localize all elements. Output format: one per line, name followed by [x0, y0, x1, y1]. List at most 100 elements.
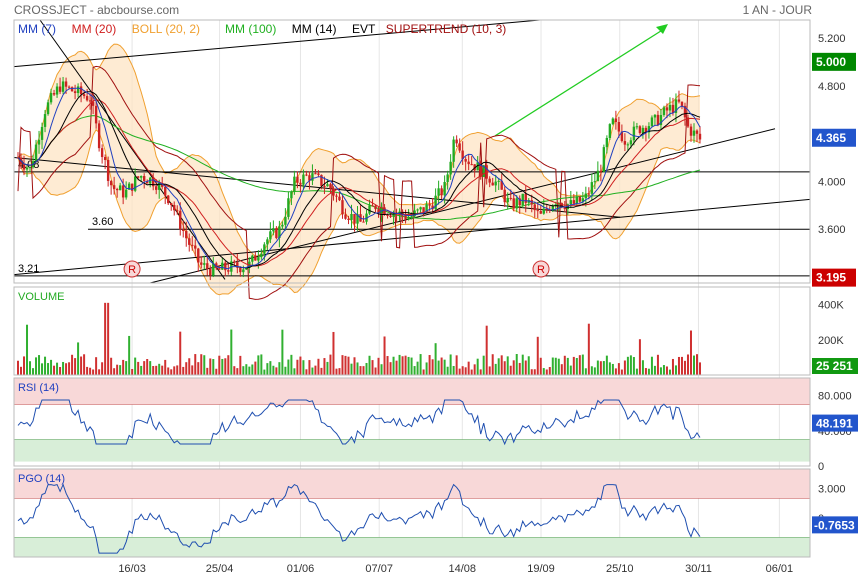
candle-body [362, 221, 365, 223]
x-tick-label: 16/03 [118, 563, 146, 575]
candle-body [251, 255, 254, 262]
volume-bar [230, 329, 233, 375]
volume-bar [476, 358, 479, 375]
volume-bar [20, 366, 23, 375]
candle-body [503, 189, 506, 203]
volume-bar [506, 356, 509, 375]
volume-bar [656, 354, 659, 375]
volume-bar [356, 362, 359, 375]
candle-body [452, 139, 455, 162]
candle-body [82, 94, 86, 97]
volume-bar [137, 361, 140, 375]
volume-bar [305, 369, 308, 375]
candle-body [167, 195, 170, 204]
candle-body [317, 173, 320, 175]
volume-bar [584, 368, 587, 375]
rsi-last-value: 48.191 [816, 417, 853, 431]
legend-entry: BOLL (20, 2) [132, 22, 200, 36]
volume-bar [407, 356, 410, 375]
volume-bar [665, 366, 668, 375]
volume-bar [290, 354, 293, 375]
candle-body [347, 218, 350, 220]
volume-bar [599, 361, 602, 375]
volume-bar [77, 342, 80, 375]
price-tick-label: 5.200 [818, 33, 846, 45]
volume-bar [56, 362, 59, 375]
pgo-upper-zone [14, 469, 810, 499]
candle-body [521, 193, 524, 206]
volume-bar [317, 358, 320, 375]
candle-body [449, 161, 452, 175]
volume-bar [29, 361, 32, 375]
volume-bar [212, 359, 215, 375]
volume-bar [443, 359, 446, 375]
legend: MM (7) MM (20) BOLL (20, 2) MM (100) MM (14)… [18, 22, 506, 36]
candle-body [692, 130, 696, 136]
volume-bar [653, 365, 656, 375]
candle-body [635, 126, 639, 128]
volume-bar [173, 366, 176, 375]
volume-bar [269, 361, 272, 375]
volume-bar [389, 362, 392, 375]
volume-bar [395, 360, 398, 375]
volume-bar [674, 365, 677, 375]
candle-body [94, 105, 98, 124]
candle-body [353, 213, 356, 224]
candle-body [269, 231, 272, 240]
volume-bar [416, 361, 419, 375]
volume-bar [275, 367, 278, 375]
volume-bar [245, 364, 248, 375]
candle-body [329, 184, 332, 189]
volume-bar [326, 361, 329, 375]
candle-body [665, 107, 669, 111]
volume-bar [110, 357, 113, 375]
volume-bar [545, 369, 548, 375]
volume-bar [311, 367, 314, 375]
price-tick-label: 3.600 [818, 224, 846, 236]
volume-bar [47, 363, 50, 375]
pgo-title: PGO (14) [18, 473, 65, 485]
volume-bar [59, 366, 62, 375]
candle-body [275, 228, 278, 239]
volume-bar [44, 356, 47, 375]
candle-body [323, 185, 326, 187]
volume-bar [521, 354, 524, 375]
candle-body [593, 181, 597, 183]
candle-body [76, 86, 80, 94]
candle-body [506, 197, 509, 203]
support-label: 3.60 [92, 216, 113, 228]
candle-body [326, 184, 329, 187]
candle-body [419, 207, 422, 210]
candle-body [197, 248, 200, 263]
volume-bar [365, 362, 368, 375]
volume-bar [155, 365, 158, 375]
candle-body [287, 198, 290, 217]
volume-bar [494, 363, 497, 375]
volume-bar [467, 361, 470, 375]
candle-body [227, 270, 230, 272]
candle-body [305, 174, 308, 176]
volume-bar [32, 368, 35, 375]
volume-bar [332, 331, 335, 375]
panel-backgrounds [14, 378, 810, 557]
volume-bar [68, 362, 71, 375]
candle-body [455, 139, 458, 144]
candle-body [467, 161, 470, 165]
volume-bar [248, 366, 251, 375]
volume-bar [179, 331, 182, 375]
rsi-oversold-zone [14, 439, 810, 462]
candle-body [440, 188, 443, 196]
price-level-label: 5.000 [816, 55, 846, 69]
candle-body [572, 200, 576, 204]
candle-body [194, 245, 197, 249]
candle-body [680, 101, 684, 106]
volume-bar [23, 356, 26, 375]
volume-bar [677, 356, 680, 375]
volume-bar [302, 360, 305, 375]
volume-bar [323, 358, 326, 375]
volume-bar [227, 355, 230, 375]
volume-bar [425, 362, 428, 375]
candle-body [118, 185, 122, 191]
pgo-last-value: -0.7653 [814, 518, 855, 532]
volume-bar [434, 343, 437, 375]
